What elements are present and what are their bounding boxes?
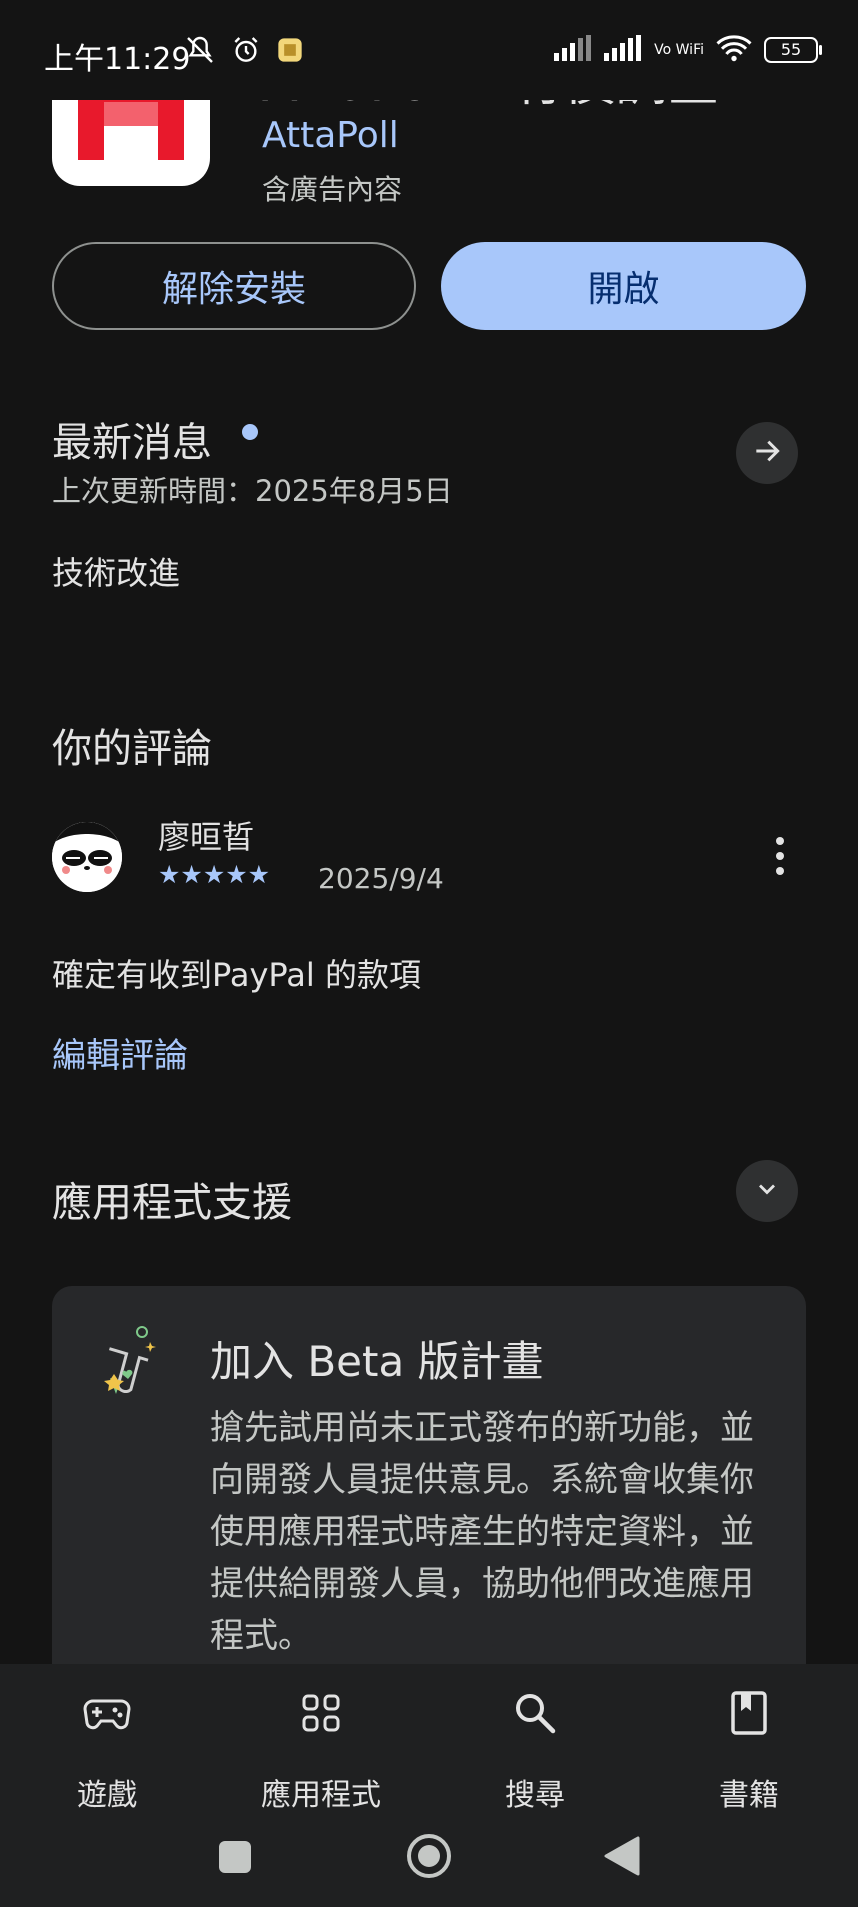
uninstall-button[interactable]: 解除安裝 — [52, 242, 416, 330]
avatar — [52, 822, 122, 892]
last-updated: 上次更新時間：2025年8月5日 — [52, 474, 453, 508]
review-date: 2025/9/4 — [318, 862, 444, 895]
status-icons-right: Vo WiFi 55 — [554, 34, 822, 66]
chevron-down-icon — [753, 1175, 781, 1207]
home-button[interactable] — [406, 1833, 452, 1883]
review-text: 確定有收到PayPal 的款項 — [52, 956, 421, 994]
ads-note: 含廣告內容 — [262, 173, 403, 206]
status-icons-left — [184, 34, 304, 70]
developer-link[interactable]: AttaPoll — [262, 115, 399, 156]
alarm-icon — [230, 34, 262, 70]
edit-review-link[interactable]: 編輯評論 — [52, 1028, 188, 1077]
nav-search-label: 搜尋 — [505, 1778, 565, 1813]
nav-books-label: 書籍 — [719, 1778, 779, 1813]
star-rating: ★★★★★ — [158, 860, 271, 889]
square-icon — [218, 1841, 252, 1878]
whats-new-title: 最新消息 — [52, 420, 212, 466]
vowifi-label: Vo WiFi — [654, 42, 704, 58]
app-support-title: 應用程式支援 — [52, 1180, 292, 1226]
wifi-icon — [716, 34, 752, 66]
flask-icon — [96, 1322, 158, 1410]
beta-title: 加入 Beta 版計畫 — [210, 1337, 544, 1386]
signal-icon-2 — [604, 35, 642, 65]
gamepad-icon — [83, 1693, 131, 1737]
back-button[interactable] — [604, 1836, 640, 1880]
new-indicator-dot — [242, 424, 258, 440]
circle-home-icon — [406, 1834, 452, 1883]
nav-books[interactable]: 書籍 — [642, 1680, 856, 1814]
notification-app-icon — [276, 36, 304, 68]
nav-apps-label: 應用程式 — [261, 1778, 381, 1813]
status-bar: 上午11:29 Vo WiFi 55 — [0, 0, 858, 100]
more-vert-icon — [775, 836, 785, 880]
reviewer-name: 廖晅晢 — [158, 818, 255, 856]
signal-icon — [554, 35, 592, 65]
release-notes: 技術改進 — [52, 554, 181, 592]
nav-games-label: 遊戲 — [77, 1778, 137, 1813]
your-review-title: 你的評論 — [52, 726, 212, 772]
nav-apps[interactable]: 應用程式 — [214, 1680, 428, 1814]
app-support-expand-button[interactable] — [736, 1160, 798, 1222]
nav-search[interactable]: 搜尋 — [428, 1680, 642, 1814]
whats-new-arrow-button[interactable] — [736, 422, 798, 484]
search-icon — [513, 1691, 557, 1739]
mute-icon — [184, 34, 216, 70]
apps-grid-icon — [301, 1693, 341, 1737]
battery-icon: 55 — [764, 37, 822, 63]
status-time: 上午11:29 — [44, 42, 191, 77]
triangle-back-icon — [604, 1836, 640, 1880]
more-options-button[interactable] — [762, 836, 798, 880]
arrow-right-icon — [751, 435, 783, 471]
recents-button[interactable] — [218, 1840, 252, 1878]
open-button[interactable]: 開啟 — [441, 242, 806, 330]
beta-description: 搶先試用尚未正式發布的新功能，並向開發人員提供意見。系統會收集你使用應用程式時產… — [210, 1408, 754, 1656]
book-icon — [731, 1691, 767, 1739]
nav-games[interactable]: 遊戲 — [0, 1680, 214, 1814]
